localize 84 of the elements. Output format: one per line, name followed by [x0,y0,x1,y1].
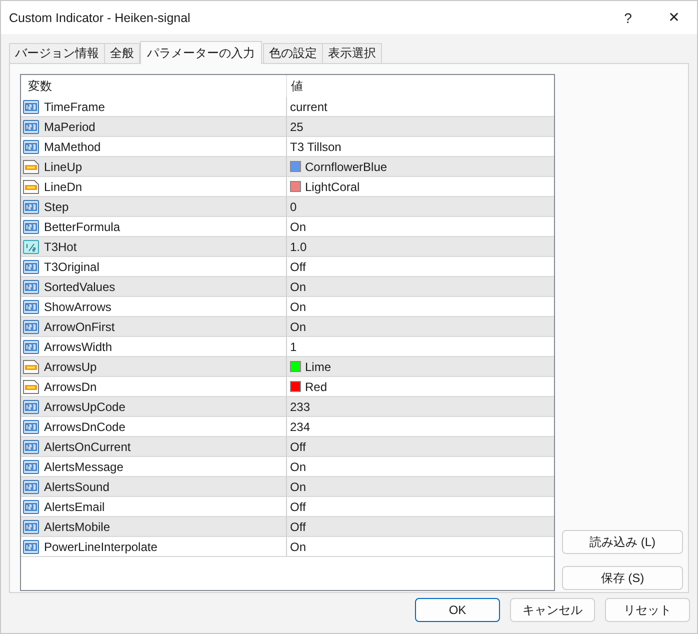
parameter-value[interactable]: On [290,280,306,294]
parameter-name: Step [44,200,69,214]
tab[interactable]: 全般 [104,43,140,63]
parameter-value[interactable]: 233 [290,400,310,414]
column-header: 値 [290,78,303,94]
tab[interactable]: パラメーターの入力 [140,41,262,64]
dialog-button[interactable]: OK [415,598,500,622]
parameter-value[interactable]: On [290,220,306,234]
parameter-name: BetterFormula [44,220,120,234]
side-button[interactable]: 読み込み (L) [562,530,683,554]
parameter-name: AlertsEmail [44,500,105,514]
parameter-name: ArrowsDn [44,380,97,394]
parameter-value[interactable]: 1.0 [290,240,307,254]
parameter-value[interactable]: LightCoral [305,180,360,194]
dialog-button[interactable]: キャンセル [510,598,595,622]
parameter-name: LineUp [44,160,82,174]
parameter-value[interactable]: Off [290,260,306,274]
parameter-value[interactable]: On [290,460,306,474]
parameter-value[interactable]: 0 [290,200,297,214]
close-button[interactable]: ✕ [651,1,697,34]
parameter-name: ArrowsWidth [44,340,112,354]
parameter-value[interactable]: 1 [290,340,297,354]
number-type-icon [23,300,39,314]
tab[interactable]: 表示選択 [322,43,382,63]
column-header: 変数 [21,75,287,97]
tab[interactable]: 色の設定 [263,43,323,63]
parameter-name: T3Original [44,260,100,274]
parameter-value[interactable]: On [290,540,306,554]
number-type-icon [23,140,39,154]
parameter-name: MaPeriod [44,120,96,134]
number-type-icon [23,200,39,214]
number-type-icon [23,120,39,134]
parameter-value[interactable]: CornflowerBlue [305,160,388,174]
parameter-name: T3Hot [44,240,77,254]
parameter-name: ArrowsUpCode [44,400,126,414]
parameter-value[interactable]: current [290,100,328,114]
color-type-icon [23,160,39,174]
parameter-name: AlertsMobile [44,520,110,534]
number-type-icon [23,400,39,414]
number-type-icon [23,420,39,434]
color-type-icon [23,360,39,374]
parameter-name: TimeFrame [44,100,105,114]
number-type-icon [23,280,39,294]
number-type-icon [23,540,39,554]
number-type-icon [23,500,39,514]
parameter-name: MaMethod [44,140,101,154]
parameter-name: SortedValues [44,280,116,294]
parameter-value[interactable]: On [290,320,306,334]
number-type-icon [23,260,39,274]
number-type-icon [23,460,39,474]
parameter-value[interactable]: 25 [290,120,304,134]
parameter-name: AlertsMessage [44,460,124,474]
parameter-value[interactable]: 234 [290,420,310,434]
parameter-value[interactable]: T3 Tillson [290,140,342,154]
number-type-icon [23,480,39,494]
side-button[interactable]: 保存 (S) [562,566,683,590]
parameter-value[interactable]: On [290,300,306,314]
parameter-value[interactable]: Off [290,520,306,534]
parameter-name: AlertsOnCurrent [44,440,131,454]
number-type-icon [23,100,39,114]
number-type-icon [23,320,39,334]
parameter-name: ArrowOnFirst [44,320,115,334]
dialog-button[interactable]: リセット [605,598,690,622]
window-title: Custom Indicator - Heiken-signal [9,10,192,24]
parameter-name: ArrowsDnCode [44,420,126,434]
fraction-type-icon [23,240,39,254]
parameter-value[interactable]: Red [305,380,328,394]
number-type-icon [23,440,39,454]
help-button[interactable]: ? [605,1,651,34]
parameter-name: LineDn [44,180,82,194]
parameter-value[interactable]: On [290,480,306,494]
number-type-icon [23,340,39,354]
parameter-value[interactable]: Off [290,440,306,454]
parameter-value[interactable]: Off [290,500,306,514]
parameter-name: PowerLineInterpolate [44,540,158,554]
parameter-value[interactable]: Lime [305,360,332,374]
number-type-icon [23,520,39,534]
color-type-icon [23,380,39,394]
parameter-name: ArrowsUp [44,360,97,374]
tab[interactable]: バージョン情報 [9,43,105,63]
parameter-name: ShowArrows [44,300,112,314]
parameter-name: AlertsSound [44,480,110,494]
color-type-icon [23,180,39,194]
number-type-icon [23,220,39,234]
